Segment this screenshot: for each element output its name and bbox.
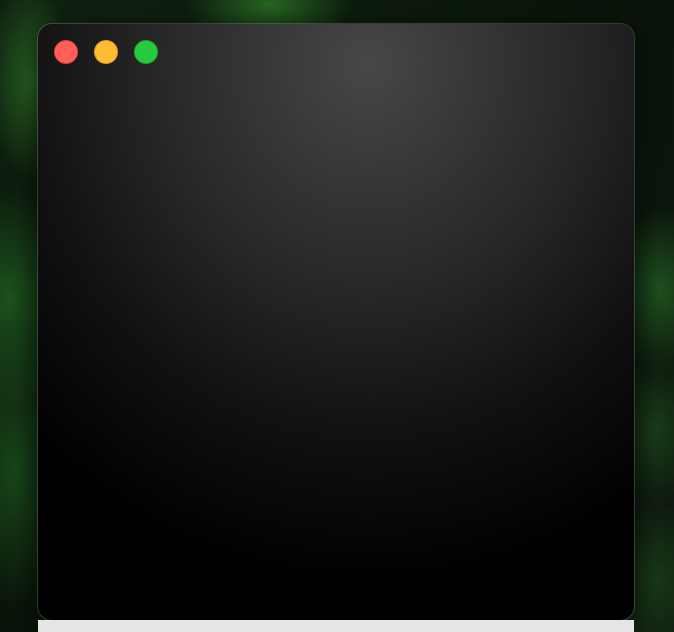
close-window-button[interactable] [54, 40, 78, 64]
bottom-panel-strip [38, 620, 634, 632]
maximize-window-button[interactable] [134, 40, 158, 64]
app-window [38, 24, 634, 620]
minimize-window-button[interactable] [94, 40, 118, 64]
window-content [38, 80, 634, 620]
window-controls [54, 40, 158, 64]
